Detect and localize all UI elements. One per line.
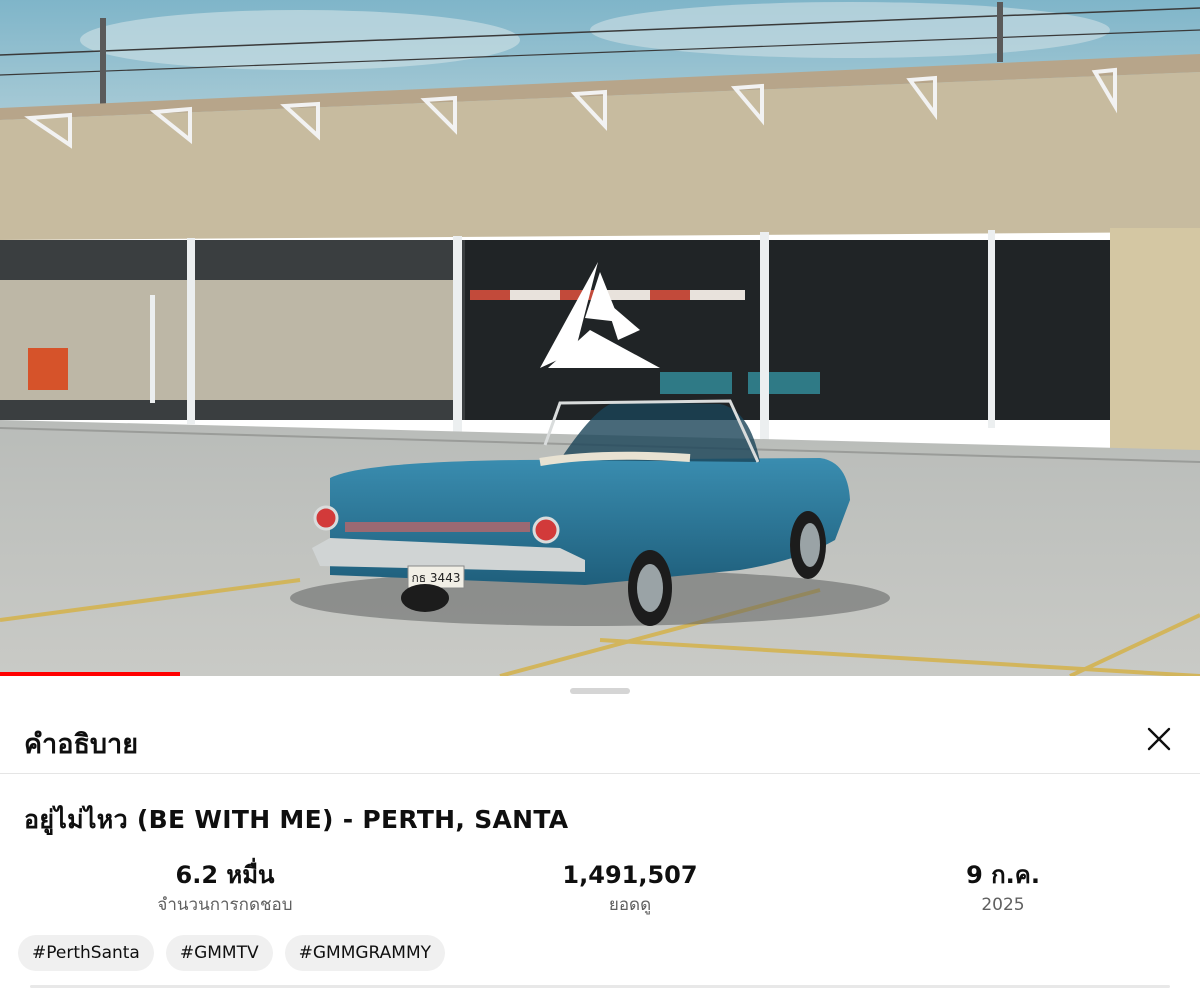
- header-divider: [0, 773, 1200, 774]
- drag-handle[interactable]: [570, 688, 630, 694]
- publish-year: 2025: [981, 895, 1025, 915]
- video-frame: กธ 3443: [0, 0, 1200, 676]
- panel-title: คำอธิบาย: [24, 729, 139, 760]
- publish-date: 9 ก.ค.: [966, 861, 1040, 889]
- hashtag-chip[interactable]: #GMMTV: [165, 935, 273, 971]
- hashtag-list: #PerthSanta #GMMTV #GMMGRAMMY: [18, 935, 446, 971]
- views-count: 1,491,507: [562, 861, 698, 889]
- video-player[interactable]: กธ 3443: [0, 0, 1200, 676]
- publish-date-stat: 9 ก.ค. 2025: [853, 860, 1153, 918]
- views-label: ยอดดู: [608, 895, 652, 915]
- hashtag-chip[interactable]: #GMMGRAMMY: [284, 935, 446, 971]
- description-panel: คำอธิบาย อยู่ไม่ไหว (BE WITH ME) - PERTH…: [0, 676, 1200, 988]
- license-plate-text: กธ 3443: [412, 571, 461, 585]
- likes-count: 6.2 หมื่น: [175, 861, 275, 889]
- video-title: อยู่ไม่ไหว (BE WITH ME) - PERTH, SANTA: [24, 805, 569, 834]
- likes-label: จำนวนการกดชอบ: [157, 895, 293, 915]
- likes-stat: 6.2 หมื่น จำนวนการกดชอบ: [75, 860, 375, 918]
- close-icon: [1147, 727, 1171, 751]
- close-button[interactable]: [1140, 720, 1178, 758]
- hashtag-chip[interactable]: #PerthSanta: [18, 935, 154, 971]
- views-stat: 1,491,507 ยอดดู: [480, 860, 780, 918]
